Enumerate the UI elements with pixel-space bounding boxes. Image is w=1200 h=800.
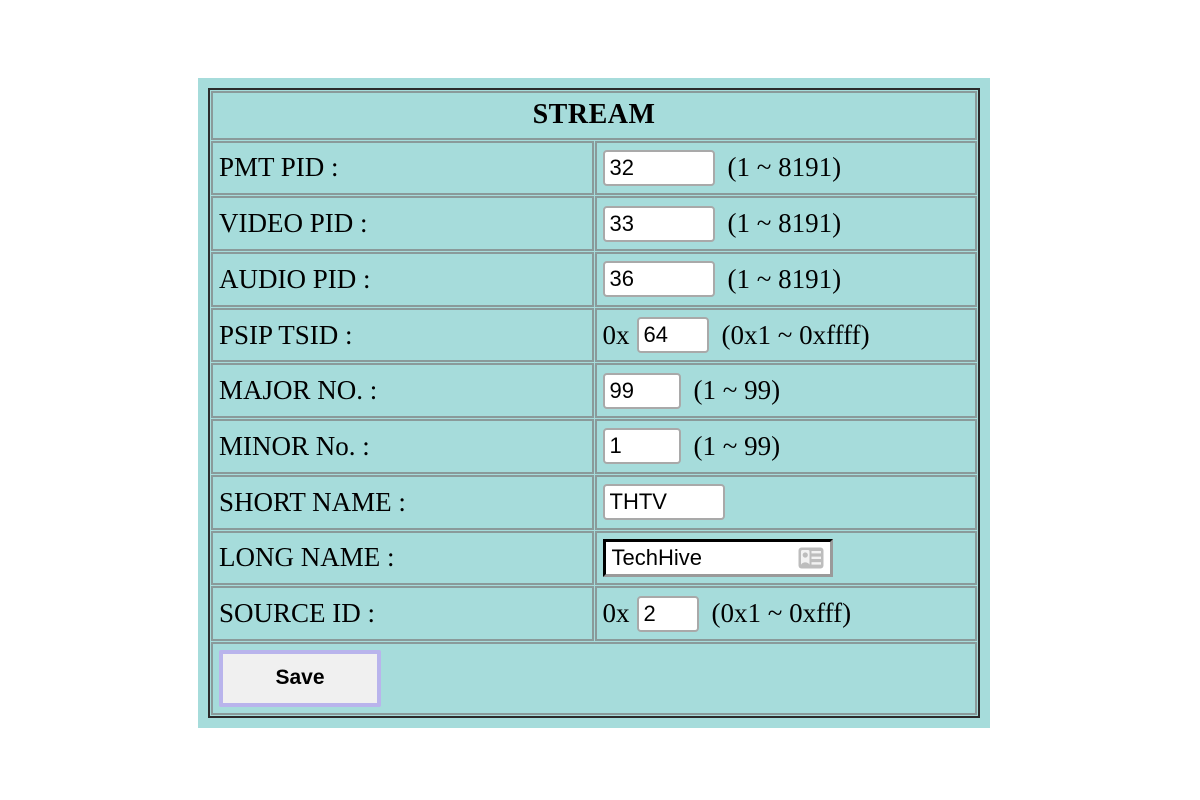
page-root: STREAM PMT PID : (1 ~ 8191) (0, 0, 1200, 800)
value-cell-long-name (594, 530, 977, 586)
table-row: AUDIO PID : (1 ~ 8191) (211, 252, 977, 307)
prefix-psip-tsid: 0x (602, 319, 630, 350)
label-cell-pmt-pid: PMT PID : (211, 140, 594, 196)
hint-video-pid: (1 ~ 8191) (727, 208, 842, 239)
label-cell-audio-pid: AUDIO PID : (211, 252, 594, 307)
save-button[interactable]: Save (219, 649, 381, 707)
long-name-input[interactable] (609, 541, 794, 574)
label-cell-major-no: MAJOR NO. : (211, 363, 594, 419)
major-no-input[interactable] (602, 372, 681, 409)
label-pmt-pid: PMT PID : (219, 152, 339, 183)
stream-settings-table: STREAM PMT PID : (1 ~ 8191) (208, 88, 980, 718)
value-cell-audio-pid: (1 ~ 8191) (594, 252, 977, 307)
hint-minor-no: (1 ~ 99) (693, 430, 781, 461)
table-row: LONG NAME : (211, 530, 977, 586)
hint-source-id: (0x1 ~ 0xfff) (711, 598, 852, 629)
label-source-id: SOURCE ID : (219, 598, 376, 629)
table-row: PMT PID : (1 ~ 8191) (211, 140, 977, 196)
label-short-name: SHORT NAME : (219, 486, 406, 517)
hint-audio-pid: (1 ~ 8191) (727, 263, 842, 294)
panel-header-cell: STREAM (211, 91, 977, 140)
prefix-source-id: 0x (602, 598, 630, 629)
table-row: PSIP TSID : 0x (0x1 ~ 0xffff) (211, 307, 977, 363)
label-major-no: MAJOR NO. : (219, 375, 378, 406)
value-cell-short-name (594, 474, 977, 530)
table-row: SOURCE ID : 0x (0x1 ~ 0xfff) (211, 586, 977, 641)
table-row: MINOR No. : (1 ~ 99) (211, 419, 977, 474)
table-row: MAJOR NO. : (1 ~ 99) (211, 363, 977, 419)
table-footer-row: Save (211, 641, 977, 715)
hint-psip-tsid: (0x1 ~ 0xffff) (721, 319, 870, 350)
value-cell-pmt-pid: (1 ~ 8191) (594, 140, 977, 196)
value-cell-source-id: 0x (0x1 ~ 0xfff) (594, 586, 977, 641)
pmt-pid-input[interactable] (602, 149, 715, 186)
psip-tsid-input[interactable] (636, 317, 709, 354)
video-pid-input[interactable] (602, 205, 715, 242)
label-video-pid: VIDEO PID : (219, 208, 368, 239)
table-row: SHORT NAME : (211, 474, 977, 530)
label-psip-tsid: PSIP TSID : (219, 319, 353, 350)
label-audio-pid: AUDIO PID : (219, 263, 371, 294)
stream-config-panel: STREAM PMT PID : (1 ~ 8191) (198, 78, 990, 728)
minor-no-input[interactable] (602, 428, 681, 465)
value-cell-major-no: (1 ~ 99) (594, 363, 977, 419)
value-cell-minor-no: (1 ~ 99) (594, 419, 977, 474)
label-cell-short-name: SHORT NAME : (211, 474, 594, 530)
label-cell-minor-no: MINOR No. : (211, 419, 594, 474)
label-cell-psip-tsid: PSIP TSID : (211, 307, 594, 363)
label-cell-source-id: SOURCE ID : (211, 586, 594, 641)
contact-card-icon[interactable] (798, 547, 824, 569)
value-cell-psip-tsid: 0x (0x1 ~ 0xffff) (594, 307, 977, 363)
page-title: STREAM (532, 99, 656, 131)
label-cell-video-pid: VIDEO PID : (211, 196, 594, 252)
value-cell-video-pid: (1 ~ 8191) (594, 196, 977, 252)
table-row: VIDEO PID : (1 ~ 8191) (211, 196, 977, 252)
source-id-input[interactable] (636, 595, 699, 632)
long-name-field-focused[interactable] (602, 538, 833, 577)
save-row-cell: Save (211, 641, 977, 715)
label-minor-no: MINOR No. : (219, 430, 370, 461)
label-cell-long-name: LONG NAME : (211, 530, 594, 586)
short-name-input[interactable] (602, 484, 725, 521)
table-header-row: STREAM (211, 91, 977, 140)
audio-pid-input[interactable] (602, 261, 715, 298)
hint-pmt-pid: (1 ~ 8191) (727, 152, 842, 183)
label-long-name: LONG NAME : (219, 542, 395, 573)
hint-major-no: (1 ~ 99) (693, 375, 781, 406)
